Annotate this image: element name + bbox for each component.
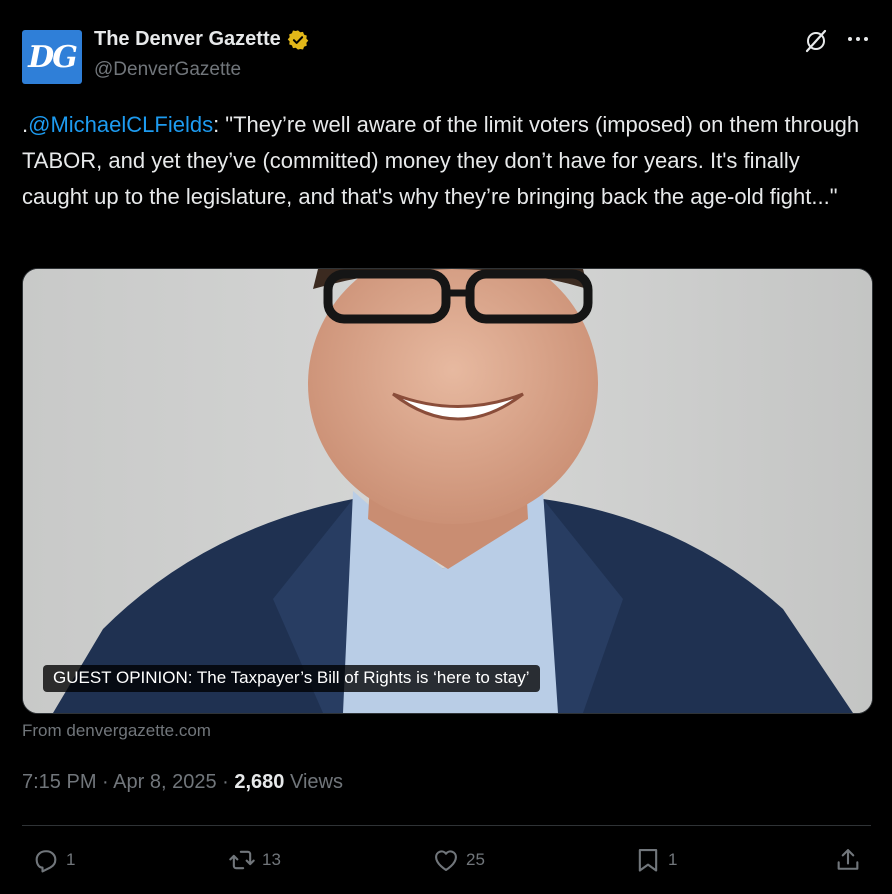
meta-separator: · — [216, 771, 235, 793]
like-button[interactable]: 25 — [432, 846, 485, 874]
share-icon — [837, 849, 859, 870]
card-source[interactable]: From denvergazette.com — [22, 721, 211, 741]
tweet: DG The Denver Gazette @DenverGazette .@M… — [0, 0, 892, 894]
reply-count: 1 — [66, 850, 76, 869]
views-label: Views — [289, 771, 343, 793]
bookmark-count: 1 — [668, 850, 678, 869]
avatar-logo-text: DG — [28, 39, 78, 75]
tweet-date[interactable]: Apr 8, 2025 — [113, 771, 216, 793]
avatar[interactable]: DG — [22, 30, 82, 84]
name-row: The Denver Gazette — [94, 28, 309, 51]
meta-separator: · — [96, 771, 114, 793]
tweet-meta: 7:15 PM · Apr 8, 2025 · 2,680 Views — [22, 771, 343, 794]
grok-icon[interactable] — [803, 28, 829, 54]
card-headline[interactable]: GUEST OPINION: The Taxpayer’s Bill of Ri… — [43, 665, 540, 692]
divider — [22, 825, 871, 826]
display-name[interactable]: The Denver Gazette — [94, 28, 281, 51]
article-photo — [23, 269, 872, 713]
repost-count: 13 — [262, 850, 281, 869]
share-button[interactable] — [834, 846, 862, 874]
reply-icon — [35, 850, 57, 873]
link-card[interactable]: GUEST OPINION: The Taxpayer’s Bill of Ri… — [22, 268, 873, 714]
reply-button[interactable]: 1 — [32, 846, 75, 874]
like-count: 25 — [466, 850, 485, 869]
more-options-icon[interactable] — [845, 26, 871, 52]
verified-badge-icon[interactable] — [287, 29, 309, 51]
mention-link[interactable]: @MichaelCLFields — [28, 112, 213, 137]
views-count: 2,680 — [234, 771, 285, 793]
repost-button[interactable]: 13 — [228, 846, 281, 874]
heart-icon — [435, 850, 457, 871]
repost-icon — [229, 850, 255, 870]
bookmark-button[interactable]: 1 — [634, 846, 677, 874]
handle[interactable]: @DenverGazette — [94, 59, 241, 81]
tweet-text: .@MichaelCLFields: "They’re well aware o… — [22, 107, 870, 215]
bookmark-icon — [638, 849, 658, 872]
tweet-time[interactable]: 7:15 PM — [22, 771, 96, 793]
